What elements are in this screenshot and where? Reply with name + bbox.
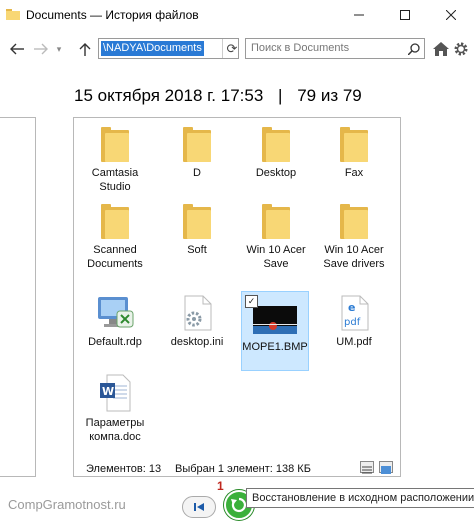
list-item[interactable]: W Параметры компа.doc xyxy=(76,366,154,444)
large-icons-view-icon xyxy=(381,466,391,474)
back-button[interactable] xyxy=(6,38,28,60)
refresh-button[interactable]: ⟳ xyxy=(222,39,241,58)
list-item[interactable]: Desktop xyxy=(237,118,315,180)
item-label: Soft xyxy=(187,244,207,256)
folder-icon xyxy=(183,127,211,162)
refresh-icon: ⟳ xyxy=(226,40,238,56)
folder-icon xyxy=(101,127,129,162)
svg-text:W: W xyxy=(102,385,114,398)
item-label: Desktop xyxy=(255,167,297,179)
file-list-panel: Camtasia Studio D Desktop Fax Scanned Do… xyxy=(73,117,401,477)
item-label: Fax xyxy=(344,167,364,179)
version-date: 15 октября 2018 г. 17:53 xyxy=(74,86,264,105)
item-label: Scanned Documents xyxy=(87,244,143,270)
item-label: UM.pdf xyxy=(336,336,372,348)
previous-version-button[interactable] xyxy=(182,496,216,518)
list-item-selected[interactable]: ✓ MOPE1.BMP xyxy=(241,291,309,371)
item-label: Default.rdp xyxy=(88,336,142,348)
forward-button[interactable] xyxy=(30,38,52,60)
folder-icon xyxy=(262,127,290,162)
list-item[interactable]: Camtasia Studio xyxy=(76,118,154,194)
back-arrow-icon xyxy=(10,43,24,55)
selection-checkbox[interactable]: ✓ xyxy=(245,295,258,308)
title-bar: Documents — История файлов xyxy=(0,0,474,30)
version-header: 15 октября 2018 г. 17:53 | 79 из 79 xyxy=(74,86,362,106)
item-label: D xyxy=(193,167,201,179)
close-button[interactable] xyxy=(428,0,474,30)
header-separator: | xyxy=(278,86,283,105)
svg-text:e: e xyxy=(348,301,355,314)
list-item[interactable]: e pdf UM.pdf xyxy=(315,290,393,349)
item-label: Camtasia Studio xyxy=(91,167,139,193)
folder-icon xyxy=(340,204,368,239)
minimize-button[interactable] xyxy=(336,0,382,30)
home-button[interactable] xyxy=(430,38,452,60)
word-document-icon: W xyxy=(100,374,131,412)
version-position: 79 из 79 xyxy=(297,86,362,105)
history-dropdown[interactable]: ▾ xyxy=(52,38,66,60)
window-title: Documents — История файлов xyxy=(26,8,199,22)
details-view-button[interactable] xyxy=(360,461,374,474)
folder-icon xyxy=(6,9,20,20)
items-count: Элементов: 13 xyxy=(86,463,162,475)
skip-back-icon xyxy=(194,503,204,511)
folder-icon xyxy=(101,204,129,239)
folder-icon xyxy=(262,204,290,239)
folder-icon xyxy=(183,204,211,239)
minimize-icon xyxy=(354,14,364,16)
selection-info: Выбран 1 элемент: 138 КБ xyxy=(175,463,311,475)
forward-arrow-icon xyxy=(34,43,48,55)
bmp-thumbnail-icon xyxy=(253,306,297,334)
close-icon xyxy=(446,10,456,20)
item-label: Параметры компа.doc xyxy=(85,417,145,443)
item-label: Win 10 Acer Save xyxy=(246,244,306,270)
list-item[interactable]: Win 10 Acer Save xyxy=(237,195,315,271)
item-label: Win 10 Acer Save drivers xyxy=(323,244,385,270)
up-arrow-icon xyxy=(79,43,91,56)
details-view-icon xyxy=(362,466,372,474)
list-item[interactable]: Scanned Documents xyxy=(76,195,154,271)
item-label: desktop.ini xyxy=(170,336,224,348)
list-item[interactable]: Fax xyxy=(315,118,393,180)
search-icon xyxy=(408,43,420,55)
maximize-button[interactable] xyxy=(382,0,428,30)
watermark: CompGramotnost.ru xyxy=(8,497,126,512)
search-placeholder: Поиск в Documents xyxy=(251,42,350,54)
remote-desktop-icon xyxy=(98,297,134,328)
callout-number: 1 xyxy=(217,479,224,493)
item-label: MOPE1.BMP xyxy=(242,341,308,353)
gear-icon xyxy=(454,42,468,56)
list-item[interactable]: Soft xyxy=(158,195,236,257)
list-item[interactable]: Win 10 Acer Save drivers xyxy=(315,195,393,271)
address-bar[interactable]: \NADYA\Documents xyxy=(98,38,239,59)
pdf-file-icon: e pdf xyxy=(341,295,369,331)
maximize-icon xyxy=(400,10,410,20)
list-item[interactable]: Default.rdp xyxy=(76,290,154,349)
settings-file-icon xyxy=(184,295,212,331)
large-icons-view-button[interactable] xyxy=(379,461,393,474)
restore-tooltip: Восстановление в исходном расположении. xyxy=(246,488,474,508)
address-text[interactable]: \NADYA\Documents xyxy=(101,41,204,56)
home-icon xyxy=(433,42,449,56)
list-item[interactable]: D xyxy=(158,118,236,180)
up-button[interactable] xyxy=(74,38,96,60)
search-input[interactable]: Поиск в Documents xyxy=(245,38,425,59)
chevron-down-icon: ▾ xyxy=(56,43,62,54)
svg-text:pdf: pdf xyxy=(344,317,361,328)
previous-version-panel[interactable] xyxy=(0,117,36,477)
folder-icon xyxy=(340,127,368,162)
list-item[interactable]: desktop.ini xyxy=(158,290,236,349)
settings-button[interactable] xyxy=(450,38,472,60)
